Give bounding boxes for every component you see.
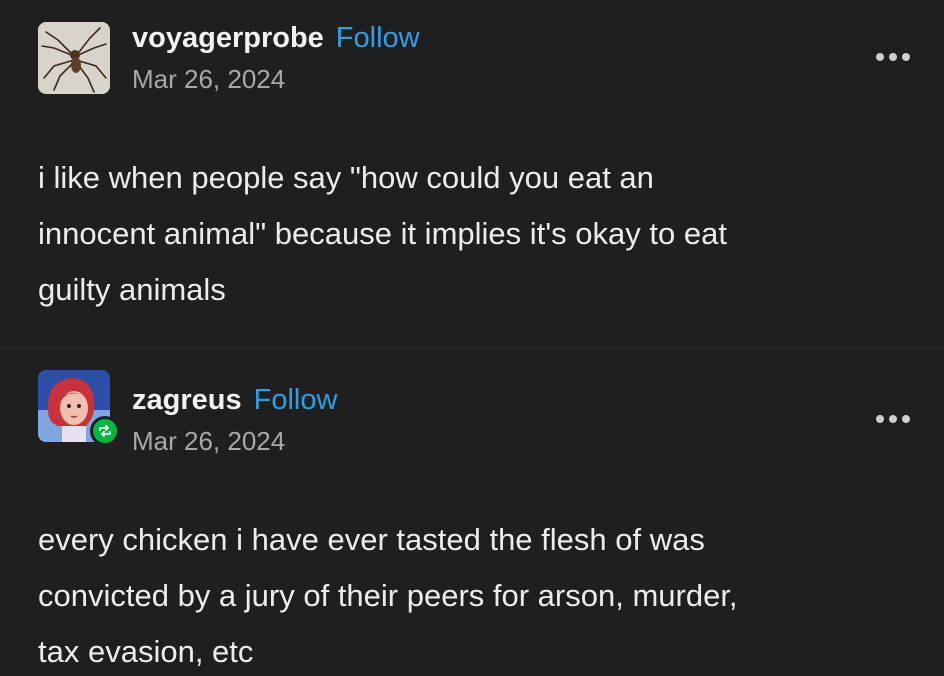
post-body-line: tax evasion, etc <box>38 634 254 669</box>
post-header: zagreus Follow <box>132 384 337 417</box>
dot <box>902 415 910 423</box>
reblog-badge <box>90 416 120 446</box>
post-header: voyagerprobe Follow <box>132 22 420 55</box>
dot <box>876 53 884 61</box>
post-date[interactable]: Mar 26, 2024 <box>132 426 285 457</box>
post-body-line: guilty animals <box>38 272 226 307</box>
username[interactable]: voyagerprobe <box>132 22 324 54</box>
post-body: every chicken i have ever tasted the fle… <box>38 512 918 676</box>
avatar[interactable] <box>38 370 120 446</box>
post: voyagerprobe Follow Mar 26, 2024 i like w… <box>0 0 944 348</box>
avatar[interactable] <box>38 22 110 94</box>
spider-avatar-icon <box>38 22 110 94</box>
dot <box>876 415 884 423</box>
post-body-line: every chicken i have ever tasted the fle… <box>38 522 705 557</box>
username[interactable]: zagreus <box>132 384 242 416</box>
follow-button[interactable]: Follow <box>254 384 338 416</box>
post-body: i like when people say "how could you ea… <box>38 150 918 318</box>
more-options-icon[interactable] <box>876 412 910 426</box>
post: zagreus Follow Mar 26, 2024 every chicken… <box>0 348 944 676</box>
follow-button[interactable]: Follow <box>336 22 420 54</box>
dot <box>889 53 897 61</box>
post-body-line: i like when people say "how could you ea… <box>38 160 654 195</box>
post-date[interactable]: Mar 26, 2024 <box>132 64 285 95</box>
dot <box>902 53 910 61</box>
dot <box>889 415 897 423</box>
post-body-line: innocent animal" because it implies it's… <box>38 216 727 251</box>
post-body-line: convicted by a jury of their peers for a… <box>38 578 738 613</box>
reblog-icon <box>93 419 117 443</box>
more-options-icon[interactable] <box>876 50 910 64</box>
